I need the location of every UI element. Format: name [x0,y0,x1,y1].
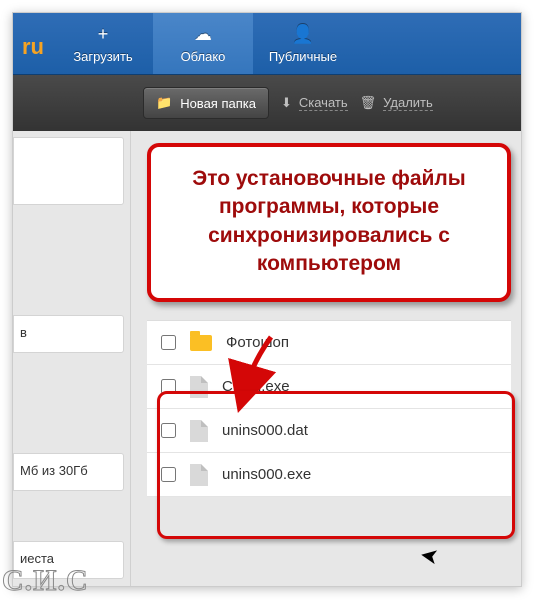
trash-icon: 🗑 [360,95,377,111]
action-toolbar: 📁 Новая папка ⬇ Скачать 🗑 Удалить [13,75,521,131]
row-checkbox[interactable] [161,379,176,394]
download-button[interactable]: ⬇ Скачать [281,95,348,111]
file-name: Cloud.exe [222,378,290,395]
list-item-file[interactable]: unins000.exe [147,453,511,497]
sidebar-block: в [13,315,124,353]
delete-label: Удалить [383,95,433,111]
new-folder-button[interactable]: 📁 Новая папка [143,87,269,119]
list-item-file[interactable]: Cloud.exe [147,365,511,409]
download-label: Скачать [299,95,348,111]
sidebar: в Мб из 30Гб иеста [13,131,131,586]
content-area: Это установочные файлы программы, которы… [131,131,521,586]
nav-public[interactable]: 👤 Публичные [253,13,353,74]
sidebar-block [13,137,124,205]
download-icon: ⬇ [281,95,292,111]
person-icon: 👤 [292,24,314,45]
file-list: Фотошоп Cloud.exe unins000.dat unins000.… [147,320,511,497]
folder-icon [190,335,212,351]
plus-icon: + [98,24,109,45]
row-checkbox[interactable] [161,467,176,482]
nav-upload[interactable]: + Загрузить [53,13,153,74]
sidebar-storage: Мб из 30Гб [13,453,124,491]
logo-fragment: ru [13,13,53,74]
cloud-icon: ☁ [194,24,212,45]
folder-name: Фотошоп [226,334,289,351]
nav-cloud-label: Облако [181,49,226,64]
body-area: в Мб из 30Гб иеста Это установочные файл… [13,131,521,586]
list-item-folder[interactable]: Фотошоп [147,321,511,365]
annotation-callout: Это установочные файлы программы, которы… [147,143,511,302]
folder-icon: 📁 [156,95,172,111]
file-name: unins000.exe [222,466,311,483]
file-icon [190,376,208,398]
delete-button[interactable]: 🗑 Удалить [360,95,433,111]
row-checkbox[interactable] [161,335,176,350]
new-folder-label: Новая папка [180,96,256,111]
file-icon [190,464,208,486]
nav-upload-label: Загрузить [73,49,132,64]
watermark: С.И.С [2,564,89,598]
list-item-file[interactable]: unins000.dat [147,409,511,453]
file-icon [190,420,208,442]
nav-public-label: Публичные [269,49,337,64]
file-name: unins000.dat [222,422,308,439]
nav-cloud[interactable]: ☁ Облако [153,13,253,74]
row-checkbox[interactable] [161,423,176,438]
top-nav: ru + Загрузить ☁ Облако 👤 Публичные [13,13,521,75]
